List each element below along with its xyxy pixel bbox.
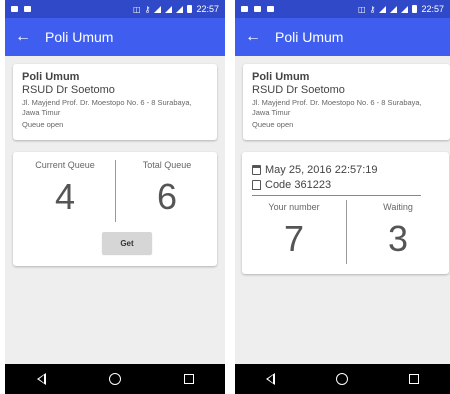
current-queue: Current Queue 4 <box>17 160 113 218</box>
app-bar: ← Poli Umum <box>235 18 450 56</box>
total-queue: Total Queue 6 <box>119 160 215 218</box>
back-arrow-icon[interactable]: ← <box>15 28 37 46</box>
your-number: Your number 7 <box>244 202 344 260</box>
current-queue-value: 4 <box>54 176 76 217</box>
nav-back-icon[interactable] <box>265 373 275 385</box>
nav-home-icon[interactable] <box>335 373 348 385</box>
queue-status: Queue open <box>22 120 64 129</box>
clinic-name: Poli Umum <box>22 71 80 83</box>
nav-recents-icon[interactable] <box>409 374 420 384</box>
get-button[interactable]: Get <box>102 232 152 254</box>
your-number-value: 7 <box>283 218 305 259</box>
battery-icon <box>412 5 418 13</box>
vibrate-icon: ◫ <box>133 4 141 14</box>
calendar-icon <box>252 165 261 175</box>
status-time: 22:57 <box>196 4 219 14</box>
hospital-name: RSUD Dr Soetomo <box>252 84 345 96</box>
ticket-card: May 25, 2016 22:57:19 Code 361223 Your n… <box>242 152 449 274</box>
signal-icon <box>176 5 184 13</box>
hospital-name: RSUD Dr Soetomo <box>22 84 115 96</box>
your-number-label: Your number <box>268 202 320 212</box>
signal-icon <box>390 5 398 13</box>
queue-card: Current Queue 4 Total Queue 6 Get <box>13 152 217 266</box>
notification-icon <box>11 6 18 12</box>
total-queue-value: 6 <box>156 176 178 217</box>
phone-screen-queue: ◫ ⚷ 22:57 ← Poli Umum Poli Umum RSUD Dr … <box>5 0 225 394</box>
signal-icon <box>165 5 173 13</box>
status-bar: ◫ ⚷ 22:57 <box>235 0 450 18</box>
waiting: Waiting 3 <box>348 202 448 260</box>
signal-icon <box>401 5 409 13</box>
ticket-code-row: Code 361223 <box>252 179 331 191</box>
notification-icon <box>241 6 248 12</box>
current-queue-label: Current Queue <box>35 160 95 170</box>
status-time: 22:57 <box>421 4 444 14</box>
clinic-name: Poli Umum <box>252 71 310 83</box>
queue-status: Queue open <box>252 120 294 129</box>
page-title: Poli Umum <box>45 29 114 45</box>
nav-home-icon[interactable] <box>108 373 121 385</box>
key-icon: ⚷ <box>144 4 151 14</box>
status-bar: ◫ ⚷ 22:57 <box>5 0 225 18</box>
nav-bar <box>5 364 225 394</box>
vibrate-icon: ◫ <box>358 4 366 14</box>
total-queue-label: Total Queue <box>142 160 192 170</box>
back-arrow-icon[interactable]: ← <box>245 28 267 46</box>
notification-icon <box>24 6 31 12</box>
page-title: Poli Umum <box>275 29 344 45</box>
wifi-icon <box>154 5 162 13</box>
ticket-date-row: May 25, 2016 22:57:19 <box>252 164 378 176</box>
ticket-code: Code 361223 <box>265 179 332 191</box>
wifi-icon <box>379 5 387 13</box>
notification-icon <box>267 6 274 12</box>
phone-screen-ticket: ◫ ⚷ 22:57 ← Poli Umum Poli Umum RSUD Dr … <box>235 0 450 394</box>
app-bar: ← Poli Umum <box>5 18 225 56</box>
waiting-value: 3 <box>387 218 409 259</box>
divider <box>346 200 347 264</box>
key-icon: ⚷ <box>369 4 376 14</box>
clinic-info-card: Poli Umum RSUD Dr Soetomo Jl. Mayjend Pr… <box>243 64 450 140</box>
hospital-address: Jl. Mayjend Prof. Dr. Moestopo No. 6 - 8… <box>22 98 192 117</box>
bookmark-icon <box>252 180 261 190</box>
battery-icon <box>187 5 193 13</box>
ticket-date: May 25, 2016 22:57:19 <box>265 164 378 176</box>
hospital-address: Jl. Mayjend Prof. Dr. Moestopo No. 6 - 8… <box>252 98 422 117</box>
waiting-label: Waiting <box>383 202 413 212</box>
divider <box>252 195 421 196</box>
clinic-info-card: Poli Umum RSUD Dr Soetomo Jl. Mayjend Pr… <box>13 64 217 140</box>
nav-recents-icon[interactable] <box>183 374 194 384</box>
notification-icon <box>254 6 261 12</box>
divider <box>115 160 116 222</box>
nav-back-icon[interactable] <box>36 373 46 385</box>
nav-bar <box>235 364 450 394</box>
